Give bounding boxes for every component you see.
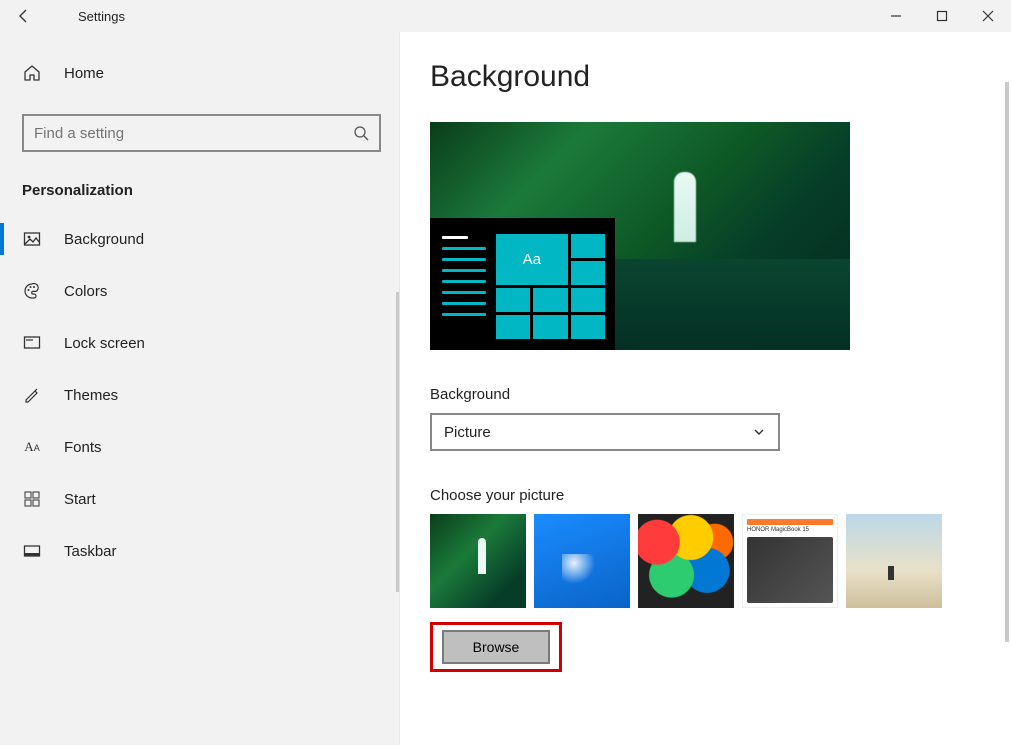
preview-start-taskbar: Aa bbox=[430, 218, 615, 350]
title-bar: Settings bbox=[0, 0, 1011, 32]
maximize-icon bbox=[936, 10, 948, 22]
browse-highlight-annotation: Browse bbox=[430, 622, 562, 672]
sidebar-item-label: Home bbox=[64, 65, 104, 82]
picture-thumb-3[interactable] bbox=[638, 514, 734, 608]
themes-icon bbox=[22, 385, 42, 405]
desktop-preview: Aa bbox=[430, 122, 850, 350]
settings-window: Settings Home Pers bbox=[0, 0, 1011, 745]
body: Home Personalization Background Colors bbox=[0, 32, 1011, 745]
minimize-icon bbox=[890, 10, 902, 22]
select-value: Picture bbox=[444, 424, 491, 441]
picture-thumb-5[interactable] bbox=[846, 514, 942, 608]
sidebar-item-label: Colors bbox=[64, 283, 107, 300]
sidebar-item-background[interactable]: Background bbox=[0, 213, 399, 265]
sidebar: Home Personalization Background Colors bbox=[0, 32, 400, 745]
sidebar-item-start[interactable]: Start bbox=[0, 473, 399, 525]
picture-thumb-1[interactable] bbox=[430, 514, 526, 608]
sidebar-item-label: Themes bbox=[64, 387, 118, 404]
home-icon bbox=[22, 63, 42, 83]
window-controls bbox=[873, 0, 1011, 32]
picture-icon bbox=[22, 229, 42, 249]
sidebar-item-taskbar[interactable]: Taskbar bbox=[0, 525, 399, 577]
browse-button-label: Browse bbox=[473, 639, 520, 655]
sidebar-item-label: Start bbox=[64, 491, 96, 508]
sidebar-item-home[interactable]: Home bbox=[0, 50, 399, 96]
maximize-button[interactable] bbox=[919, 0, 965, 32]
preview-start-list bbox=[442, 234, 486, 338]
sidebar-category: Personalization bbox=[0, 152, 399, 213]
sidebar-scrollbar[interactable] bbox=[396, 292, 399, 592]
lockscreen-icon bbox=[22, 333, 42, 353]
fonts-icon: AA bbox=[22, 437, 42, 457]
page-title: Background bbox=[430, 60, 1011, 94]
background-type-select[interactable]: Picture bbox=[430, 413, 780, 451]
search-container bbox=[22, 114, 381, 152]
close-icon bbox=[982, 10, 994, 22]
search-input-wrapper[interactable] bbox=[22, 114, 381, 152]
preview-sample-tile: Aa bbox=[496, 234, 568, 285]
sidebar-item-lockscreen[interactable]: Lock screen bbox=[0, 317, 399, 369]
minimize-button[interactable] bbox=[873, 0, 919, 32]
main-content: Background Aa bbox=[400, 32, 1011, 745]
sidebar-item-themes[interactable]: Themes bbox=[0, 369, 399, 421]
browse-button[interactable]: Browse bbox=[442, 630, 550, 664]
palette-icon bbox=[22, 281, 42, 301]
choose-picture-label: Choose your picture bbox=[430, 487, 1011, 504]
main-scrollbar[interactable] bbox=[1005, 82, 1009, 642]
close-button[interactable] bbox=[965, 0, 1011, 32]
picture-thumb-4[interactable]: HONOR MagicBook 15 bbox=[742, 514, 838, 608]
background-type-label: Background bbox=[430, 386, 1011, 403]
sidebar-item-colors[interactable]: Colors bbox=[0, 265, 399, 317]
preview-start-tiles: Aa bbox=[496, 234, 605, 338]
back-button[interactable] bbox=[0, 0, 48, 32]
taskbar-icon bbox=[22, 541, 42, 561]
sidebar-item-fonts[interactable]: AA Fonts bbox=[0, 421, 399, 473]
picture-thumbnails: HONOR MagicBook 15 bbox=[430, 514, 1011, 608]
sidebar-item-label: Taskbar bbox=[64, 543, 117, 560]
picture-thumb-2[interactable] bbox=[534, 514, 630, 608]
start-icon bbox=[22, 489, 42, 509]
search-icon bbox=[353, 125, 369, 141]
window-title: Settings bbox=[78, 9, 125, 24]
arrow-left-icon bbox=[16, 8, 32, 24]
chevron-down-icon bbox=[752, 425, 766, 439]
sidebar-item-label: Background bbox=[64, 231, 144, 248]
search-input[interactable] bbox=[34, 125, 353, 142]
sidebar-item-label: Lock screen bbox=[64, 335, 145, 352]
sidebar-item-label: Fonts bbox=[64, 439, 102, 456]
